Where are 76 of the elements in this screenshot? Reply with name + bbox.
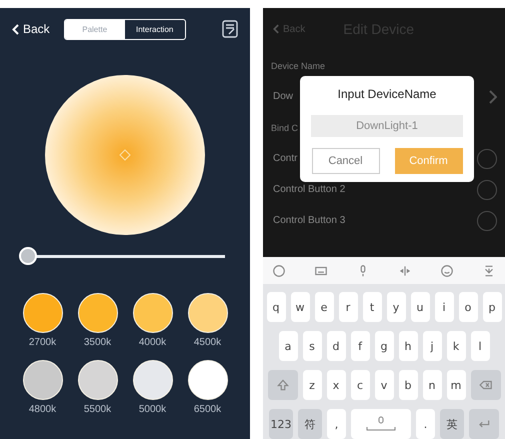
dialog-title: Input DeviceName (338, 87, 436, 101)
keyboard-key[interactable]: , (327, 409, 346, 439)
shift-key[interactable] (268, 370, 298, 400)
keyboard-key[interactable]: s (302, 331, 322, 361)
setting-label: Control Button 3 (273, 215, 346, 226)
keyboard-key[interactable]: e (314, 292, 334, 322)
space-key[interactable] (351, 409, 411, 439)
keyboard-key[interactable]: p (482, 292, 502, 322)
setting-label: Dow (273, 91, 294, 102)
keyboard-logo-icon[interactable] (272, 264, 286, 278)
section-label: Bind C (271, 122, 298, 132)
cancel-button[interactable]: Cancel (312, 148, 380, 174)
keyboard-key[interactable]: x (326, 370, 346, 400)
color-swatch[interactable] (132, 293, 172, 333)
radio-circle[interactable] (477, 148, 497, 168)
back-chevron-icon (273, 24, 279, 34)
keyboard-key[interactable]: 123 (269, 409, 293, 439)
keyboard-key[interactable]: 英 (440, 409, 464, 439)
keyboard-key[interactable]: t (362, 292, 382, 322)
keyboard-key[interactable]: f (350, 331, 370, 361)
radio-circle[interactable] (477, 180, 497, 200)
swatch-label: 4500k (194, 337, 222, 348)
keyboard-key[interactable]: b (398, 370, 418, 400)
swatch-label: 2700k (28, 337, 56, 348)
keyboard-key[interactable]: y (386, 292, 406, 322)
color-swatch[interactable] (22, 360, 62, 400)
keyboard-key[interactable]: q (266, 292, 286, 322)
emoji-icon[interactable] (440, 264, 454, 278)
keyboard-key[interactable]: h (398, 331, 418, 361)
radio-circle[interactable] (477, 210, 497, 230)
chevron-icon (489, 90, 497, 104)
backspace-key[interactable] (470, 370, 500, 400)
setting-label: Control Button 2 (273, 184, 346, 195)
cursor-icon[interactable] (398, 264, 412, 278)
swatch-label: 3500k (84, 337, 112, 348)
swatch-label: 5000k (138, 404, 166, 415)
edit-icon[interactable] (222, 20, 238, 38)
color-swatch[interactable] (78, 360, 118, 400)
keyboard-key[interactable]: c (350, 370, 370, 400)
keyboard-key[interactable]: j (422, 331, 442, 361)
swatch-label: 4000k (138, 337, 166, 348)
swatch-label: 5500k (84, 404, 112, 415)
keyboard-key[interactable]: i (434, 292, 454, 322)
hide-keyboard-icon[interactable] (482, 264, 496, 278)
color-swatch[interactable] (188, 293, 228, 333)
keyboard-key[interactable]: k (446, 331, 466, 361)
color-swatch[interactable] (22, 293, 62, 333)
color-swatch[interactable] (132, 360, 172, 400)
keyboard-key[interactable]: n (422, 370, 442, 400)
keyboard-key[interactable]: . (416, 409, 435, 439)
section-label: Device Name (271, 60, 326, 70)
keyboard-key[interactable]: d (326, 331, 346, 361)
picker-icon (119, 149, 131, 161)
setting-label: Contr (273, 153, 298, 164)
keyboard-key[interactable]: g (374, 331, 394, 361)
keyboard-key[interactable]: o (458, 292, 478, 322)
tab[interactable]: Interaction (124, 20, 185, 38)
keyboard-key[interactable]: 符 (298, 409, 322, 439)
back-chevron-icon (12, 24, 19, 34)
keyboard-key[interactable]: m (446, 370, 466, 400)
slider-thumb[interactable] (19, 247, 38, 265)
keyboard-key[interactable]: v (374, 370, 394, 400)
keyboard-key[interactable]: l (470, 331, 490, 361)
shift-icon (276, 378, 290, 392)
keyboard-key[interactable]: r (338, 292, 358, 322)
color-swatch[interactable] (188, 360, 228, 400)
swatch-label: 4800k (28, 404, 56, 415)
color-swatch[interactable] (78, 293, 118, 333)
back-button[interactable]: Back (12, 22, 50, 36)
keyboard-key[interactable]: z (302, 370, 322, 400)
keyboard-key[interactable]: w (290, 292, 310, 322)
enter-key[interactable] (469, 409, 499, 439)
backspace-icon (478, 378, 492, 392)
keyboard-key[interactable]: u (410, 292, 430, 322)
swatch-label: 6500k (194, 404, 222, 415)
keyboard-key[interactable]: a (278, 331, 298, 361)
